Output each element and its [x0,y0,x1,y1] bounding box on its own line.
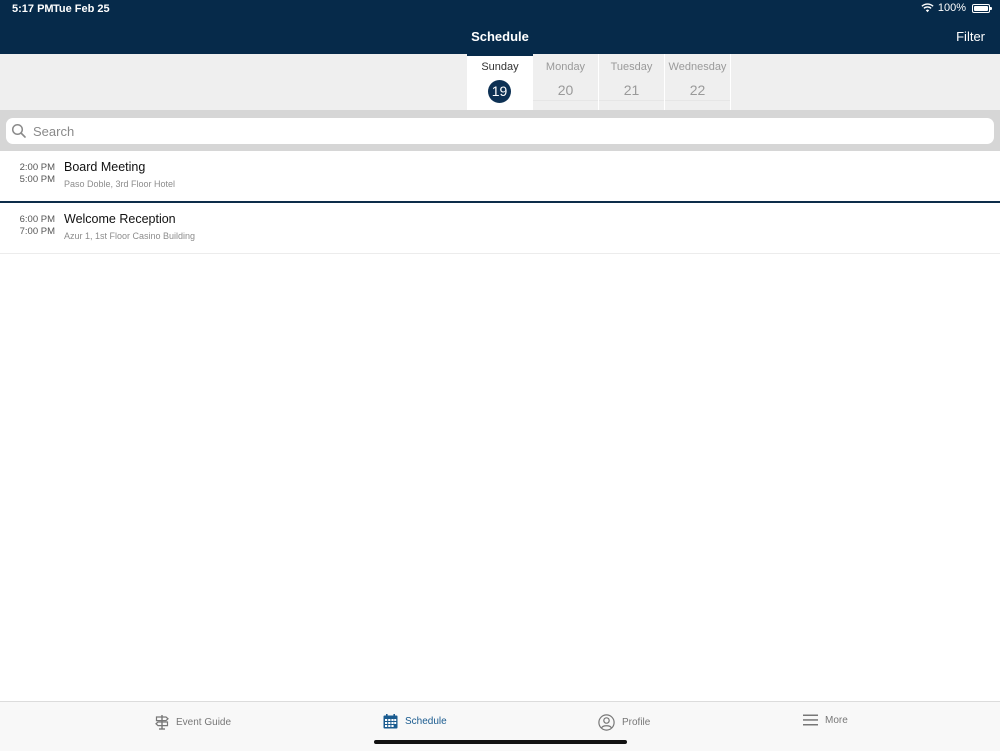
day-tab-sunday[interactable]: Sunday 19 [467,54,533,110]
tab-more[interactable]: More [803,714,848,726]
event-location: Azur 1, 1st Floor Casino Building [64,231,196,241]
list-item[interactable]: 6:00 PM 7:00 PM Welcome Reception Azur 1… [0,203,1000,254]
day-number: 21 [623,82,640,98]
tab-profile[interactable]: Profile [598,714,650,731]
calendar-icon [383,714,398,729]
tab-event-guide[interactable]: Event Guide [155,714,231,730]
start-time: 6:00 PM [19,214,55,225]
tab-label: Event Guide [176,716,232,728]
day-tab-monday[interactable]: Monday 20 [533,54,599,110]
search-input[interactable] [31,122,994,140]
wifi-icon [921,3,934,13]
day-tab-tuesday[interactable]: Tuesday 21 [599,54,665,110]
day-number: 20 [557,82,574,98]
divider [533,100,598,101]
end-time: 5:00 PM [19,174,55,185]
divider [665,100,730,101]
filter-button[interactable]: Filter [956,29,985,44]
status-indicators: 100% [921,2,992,14]
list-item[interactable]: 2:00 PM 5:00 PM Board Meeting Paso Doble… [0,151,1000,203]
day-name: Monday [545,61,586,73]
status-date: Tue Feb 25 [53,3,110,15]
search-field[interactable] [6,118,994,144]
search-bar [0,110,1000,151]
tab-label: Profile [622,717,651,728]
tab-schedule[interactable]: Schedule [383,714,447,729]
page-title: Schedule [471,29,529,44]
battery-percent: 100% [937,2,966,14]
divider [599,100,664,101]
day-name: Sunday [481,61,519,73]
day-selector: Sunday 19 Monday 20 Tuesday 21 Wednesday… [0,54,1000,110]
menu-icon [803,714,818,726]
event-location: Paso Doble, 3rd Floor Hotel [64,179,176,189]
home-indicator [374,740,627,744]
tab-label: More [825,714,848,726]
event-list: 2:00 PM 5:00 PM Board Meeting Paso Doble… [0,151,1000,254]
search-icon [11,123,26,138]
signpost-icon [155,715,169,730]
end-time: 7:00 PM [19,226,55,237]
status-time: 5:17 PM [12,3,54,15]
user-circle-icon [598,714,615,731]
navigation-bar: 5:17 PM Tue Feb 25 100% Schedule Filter [0,0,1000,54]
event-title: Board Meeting [64,160,146,174]
day-tab-wednesday[interactable]: Wednesday 22 [665,54,731,110]
tab-label: Schedule [405,716,447,727]
day-number: 22 [689,82,706,98]
day-number: 19 [488,80,511,103]
battery-icon [972,3,992,13]
event-title: Welcome Reception [64,212,176,226]
day-name: Wednesday [668,61,727,73]
start-time: 2:00 PM [19,162,55,173]
day-name: Tuesday [610,61,653,73]
